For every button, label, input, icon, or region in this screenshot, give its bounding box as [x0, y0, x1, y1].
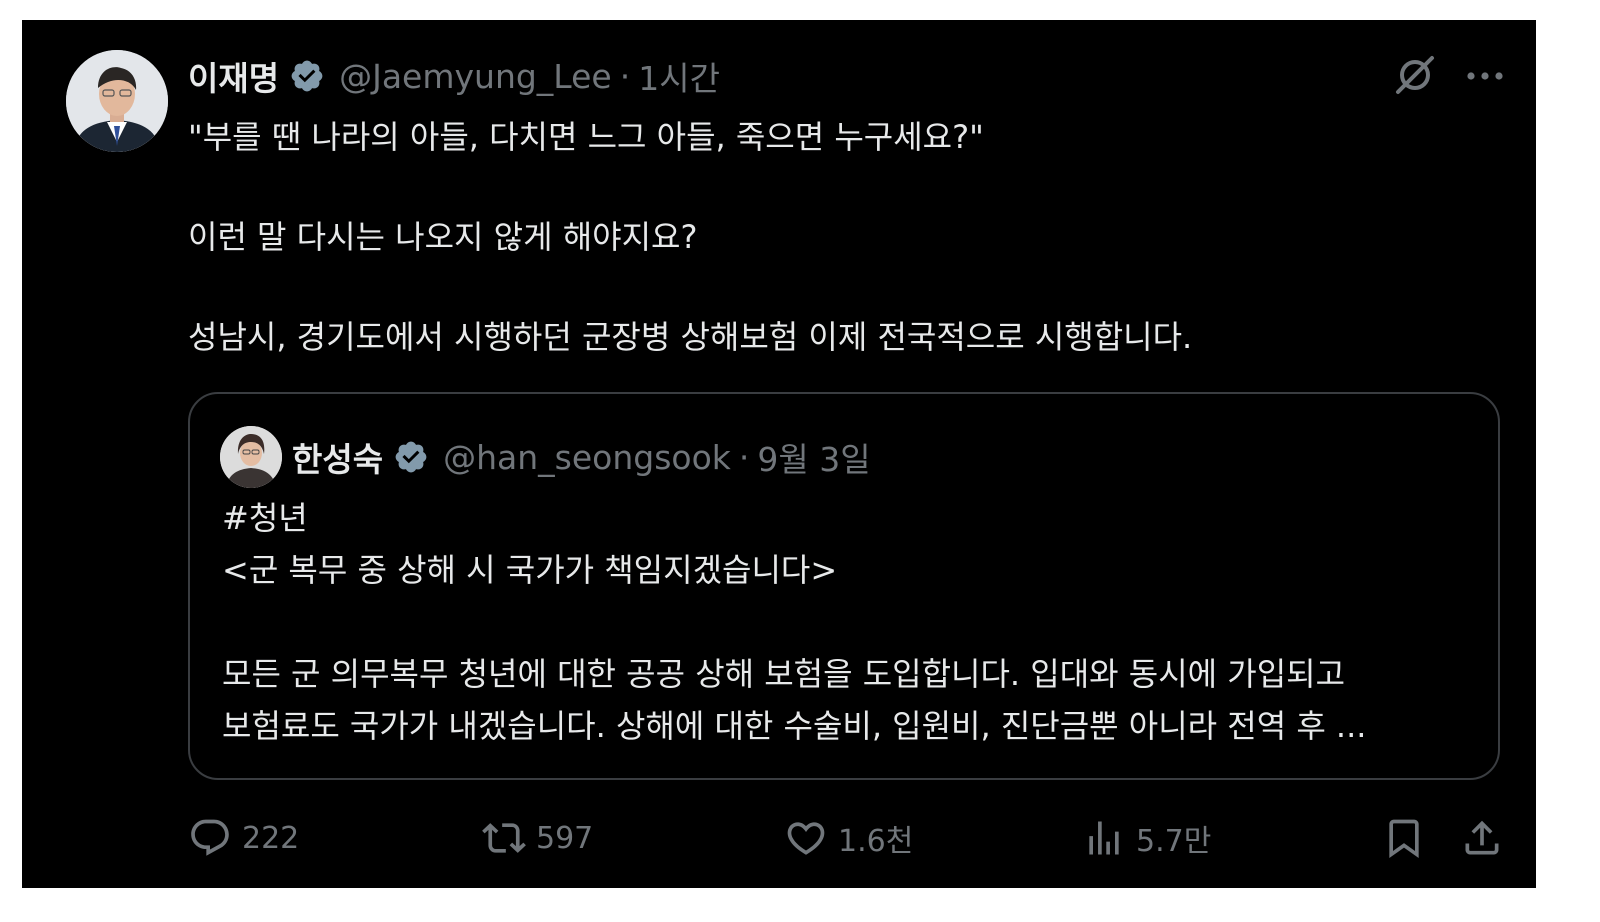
separator-dot: · [619, 56, 631, 96]
retweet-count: 597 [536, 820, 594, 856]
quoted-tweet-header: 한성숙 @han_seongsook · 9월 3일 [292, 432, 871, 482]
quoted-tweet-timestamp[interactable]: 9월 3일 [757, 433, 870, 481]
quoted-text-line: <군 복무 중 상해 시 국가가 책임지겠습니다> [222, 551, 838, 589]
quoted-tweet-card[interactable]: 한성숙 @han_seongsook · 9월 3일 #청년 <군 복무 중 상… [188, 392, 1500, 780]
like-button[interactable]: 1.6천 [784, 812, 913, 864]
bookmark-button[interactable] [1382, 812, 1426, 864]
author-avatar[interactable] [66, 50, 168, 152]
tweet-card[interactable]: 이재명 @Jaemyung_Lee · 1시간 "부를 땐 나라의 아들, 다치… [22, 20, 1536, 888]
more-options-icon[interactable] [1464, 68, 1506, 82]
quoted-author-display-name[interactable]: 한성숙 [292, 433, 383, 481]
quoted-author-handle[interactable]: @han_seongsook [443, 438, 731, 477]
tweet-text: "부를 땐 나라의 아들, 다치면 느그 아들, 죽으면 누구세요?" 이런 말… [188, 112, 1488, 362]
reply-icon [191, 819, 229, 856]
bookmark-icon [1389, 819, 1419, 859]
tweet-text-line: 이런 말 다시는 나오지 않게 해야지요? [188, 218, 698, 256]
tweet-timestamp[interactable]: 1시간 [638, 52, 720, 100]
tweet-text-line: 성남시, 경기도에서 시행하던 군장병 상해보험 이제 전국적으로 시행합니다. [188, 318, 1193, 356]
views-count: 5.7만 [1136, 824, 1212, 859]
like-count: 1.6천 [838, 824, 914, 859]
like-icon [787, 822, 825, 855]
retweet-button[interactable]: 597 [482, 812, 593, 864]
verified-badge-icon[interactable] [289, 58, 325, 94]
separator-dot: · [738, 437, 750, 477]
views-icon [1089, 821, 1119, 855]
reply-button[interactable]: 222 [188, 812, 299, 864]
retweet-icon [482, 823, 526, 853]
views-button[interactable]: 5.7만 [1082, 812, 1211, 864]
quoted-author-avatar[interactable] [220, 426, 282, 488]
author-handle[interactable]: @Jaemyung_Lee [339, 57, 612, 96]
share-icon [1465, 820, 1499, 855]
tweet-text-line: "부를 땐 나라의 아들, 다치면 느그 아들, 죽으면 누구세요?" [188, 118, 984, 156]
quoted-text-line: 보험료도 국가가 내겠습니다. 상해에 대한 수술비, 입원비, 진단금뿐 아니… [222, 707, 1367, 745]
author-display-name[interactable]: 이재명 [188, 52, 279, 100]
tweet-action-bar: 222 597 1.6천 5.7만 [188, 812, 1508, 864]
grok-icon[interactable] [1392, 52, 1438, 98]
quoted-text-hashtag[interactable]: #청년 [222, 492, 1482, 544]
quoted-text-line: 모든 군 의무복무 청년에 대한 공공 상해 보험을 도입합니다. 입대와 동시… [222, 655, 1346, 693]
reply-count: 222 [242, 820, 300, 856]
quoted-tweet-text: #청년 <군 복무 중 상해 시 국가가 책임지겠습니다> 모든 군 의무복무 … [222, 492, 1482, 752]
tweet-header: 이재명 @Jaemyung_Lee · 1시간 [188, 50, 720, 102]
header-actions [1392, 52, 1506, 98]
share-button[interactable] [1460, 812, 1504, 864]
verified-badge-icon[interactable] [393, 439, 429, 475]
